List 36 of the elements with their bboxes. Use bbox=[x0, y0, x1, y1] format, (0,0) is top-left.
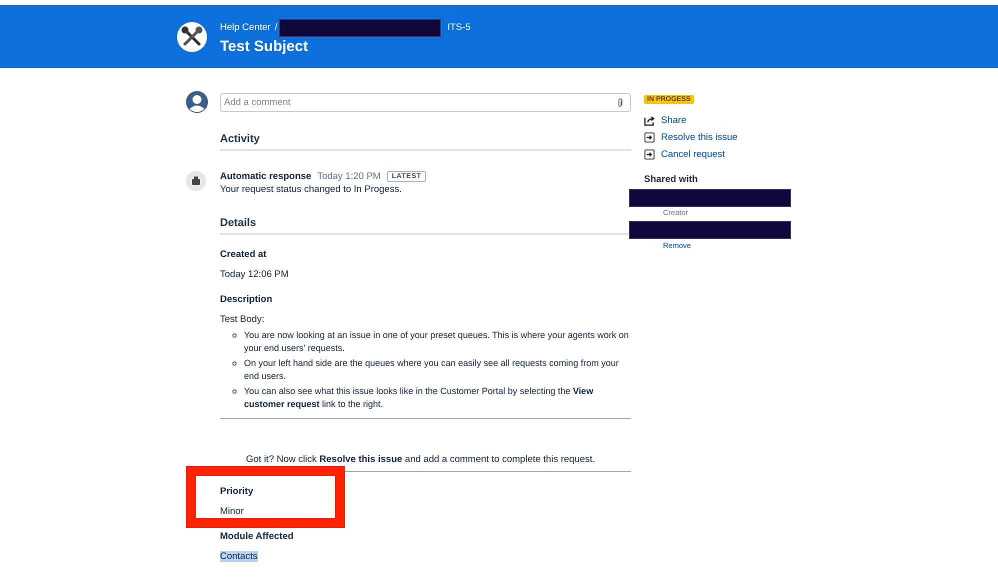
field-label: Module Affected bbox=[220, 531, 295, 542]
list-item-text: You can also see what this issue looks like in the Customer Portal by selecting the View customer request link to the right. bbox=[244, 385, 594, 411]
list-item-text: You are now looking at an issue in one of your preset queues. This is where your agents work on your end users' requests. bbox=[244, 329, 630, 355]
paperclip-icon[interactable] bbox=[617, 98, 623, 108]
issue-key[interactable]: ITS-5 bbox=[447, 22, 471, 33]
timestamp: Today 1:20 PM bbox=[317, 171, 381, 182]
field-value: Minor bbox=[220, 506, 244, 517]
section-heading: Activity bbox=[220, 133, 631, 151]
bullet-icon bbox=[232, 389, 237, 394]
author-name: Automatic response bbox=[220, 171, 312, 182]
request-title: Test Subject bbox=[220, 38, 310, 54]
tools-icon bbox=[177, 22, 207, 52]
action-link[interactable]: Resolve this issue bbox=[661, 132, 738, 143]
field-label: Description bbox=[220, 294, 274, 305]
field-value: Contacts bbox=[220, 551, 258, 562]
share-icon[interactable] bbox=[644, 115, 655, 126]
bullet-icon bbox=[232, 361, 237, 366]
field-label: Priority bbox=[220, 486, 254, 497]
list-item-text: On your left hand side are the queues where you can easily see all requests coming from your end users. bbox=[244, 357, 620, 383]
section-heading: Details bbox=[220, 217, 631, 235]
comment-field[interactable]: Add a comment bbox=[220, 92, 631, 112]
action-link[interactable]: Cancel request bbox=[661, 149, 725, 160]
section-heading: Shared with bbox=[644, 174, 699, 185]
bullet-icon bbox=[232, 333, 237, 338]
user-avatar-icon bbox=[186, 91, 208, 113]
field-label: Created at bbox=[220, 249, 268, 260]
breadcrumb-separator: / bbox=[274, 22, 278, 33]
transition-icon[interactable] bbox=[644, 132, 655, 143]
transition-icon[interactable] bbox=[644, 149, 655, 160]
bot-avatar-icon bbox=[186, 171, 206, 191]
description-text: Test Body: bbox=[220, 314, 266, 325]
description-text: Got it? Now click Resolve this issue and add a comment to complete this request. bbox=[246, 454, 596, 465]
field-value: Today 12:06 PM bbox=[220, 269, 289, 280]
breadcrumb-link[interactable]: Help Center bbox=[220, 22, 271, 33]
activity-message: Your request status changed to In Progess. bbox=[220, 184, 403, 195]
action-link[interactable]: Share bbox=[661, 115, 686, 126]
